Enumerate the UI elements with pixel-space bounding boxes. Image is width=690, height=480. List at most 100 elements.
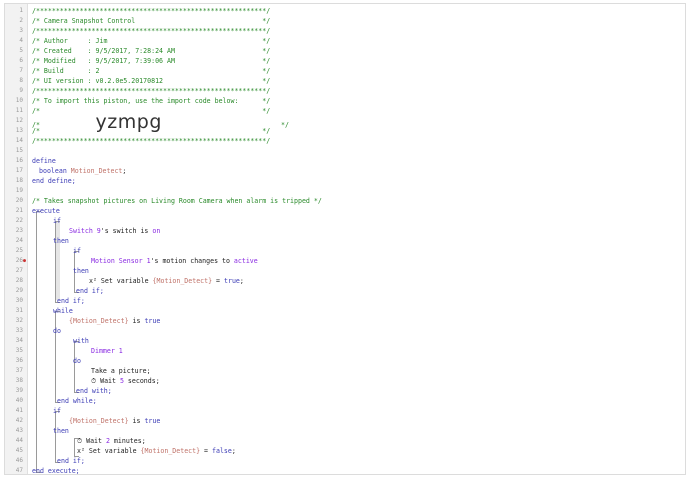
device-name[interactable]: Dimmer 1	[91, 346, 685, 356]
line-number: 22	[15, 217, 23, 224]
code-line: 10 /* To import this piston, use the impo…	[5, 96, 685, 106]
code-line: 45 x² Set variable {Motion_Detect} = fals…	[5, 446, 685, 456]
value-literal: true	[224, 277, 240, 285]
if-keyword[interactable]: if	[73, 246, 685, 256]
set-variable-statement[interactable]: x² Set variable {Motion_Detect} = false;	[77, 446, 685, 456]
code-line: 39 end with;	[5, 386, 685, 396]
comment-text: /* */	[32, 127, 271, 135]
line-number: 17	[15, 167, 23, 174]
wait-statement[interactable]: ⏱ Wait 2 minutes;	[77, 436, 685, 446]
code-line: 5 /* Created : 9/5/2017, 7:28:24 AM */	[5, 46, 685, 56]
line-number: 15	[15, 147, 23, 154]
condition-text: 's motion changes to	[150, 257, 234, 265]
code-line: 22 if	[5, 216, 685, 226]
line-number: 11	[15, 107, 23, 114]
code-lines: 1 /**************************************…	[5, 6, 685, 476]
variable-ref: {Motion_Detect}	[140, 447, 201, 455]
code-line: 17 boolean Motion_Detect;	[5, 166, 685, 176]
code-line: 3 /**************************************…	[5, 26, 685, 36]
line-number: 47	[15, 467, 23, 474]
line-number: 42	[15, 417, 23, 424]
operator-text: =	[200, 447, 212, 455]
end-with-keyword[interactable]: end with;	[76, 386, 685, 396]
code-line: 9 /**************************************…	[5, 86, 685, 96]
line-number: 36	[15, 357, 23, 364]
line-number: 21	[15, 207, 23, 214]
line-number: 7	[19, 67, 23, 74]
line-number: 27	[15, 267, 23, 274]
then-keyword[interactable]: then	[53, 236, 685, 246]
variable-ref: {Motion_Detect}	[152, 277, 213, 285]
then-keyword[interactable]: then	[73, 266, 685, 276]
end-if-keyword[interactable]: end if;	[57, 296, 685, 306]
code-line: 18 end define;	[5, 176, 685, 186]
code-line: 21 execute	[5, 206, 685, 216]
wait-statement[interactable]: ⏱ Wait 5 seconds;	[91, 376, 685, 386]
line-number: 19	[15, 187, 23, 194]
code-line: 20 /* Takes snapshot pictures on Living R…	[5, 196, 685, 206]
value-literal: true	[144, 417, 161, 425]
code-line: 36 do	[5, 356, 685, 366]
code-line: 31 while	[5, 306, 685, 316]
statement-text: x² Set variable	[89, 277, 153, 285]
comment-text: /* Modified : 9/5/2017, 7:39:06 AM */	[32, 57, 271, 65]
variable-declaration[interactable]: boolean Motion_Detect;	[39, 166, 685, 176]
condition-text: is	[128, 317, 145, 325]
code-line: 33 do	[5, 326, 685, 336]
code-line: 41 if	[5, 406, 685, 416]
value-literal: true	[144, 317, 161, 325]
comment-text: /***************************************…	[32, 137, 271, 145]
define-keyword[interactable]: define	[32, 156, 685, 166]
line-number: 1	[19, 7, 23, 14]
if-keyword[interactable]: if	[53, 216, 685, 226]
code-line: 27 then	[5, 266, 685, 276]
statement-text: minutes;	[109, 437, 146, 445]
comment-text: /* Author : Jim */	[32, 37, 271, 45]
line-number: 38	[15, 377, 23, 384]
line-number: 18	[15, 177, 23, 184]
while-condition[interactable]: {Motion_Detect} is true	[69, 316, 685, 326]
variable-ref: {Motion_Detect}	[69, 417, 129, 425]
end-if-keyword[interactable]: end if;	[57, 456, 685, 466]
code-line: 47 end execute;	[5, 466, 685, 476]
breakpoint-icon[interactable]: ●	[23, 256, 26, 266]
comment-text: /***************************************…	[32, 87, 271, 95]
code-line: 40 end while;	[5, 396, 685, 406]
line-number: 9	[19, 87, 23, 94]
if-keyword[interactable]: if	[53, 406, 685, 416]
do-keyword[interactable]: do	[73, 356, 685, 366]
comment-text: /***************************************…	[32, 27, 271, 35]
line-number: 6	[19, 57, 23, 64]
condition-motion[interactable]: Motion Sensor 1's motion changes to acti…	[91, 256, 685, 266]
end-execute-keyword[interactable]: end execute;	[32, 466, 685, 476]
code-line: 19	[5, 186, 685, 196]
take-picture-statement[interactable]: Take a picture;	[91, 366, 685, 376]
code-line: 7 /* Build : 2 */	[5, 66, 685, 76]
if-condition[interactable]: {Motion_Detect} is true	[69, 416, 685, 426]
end-if-keyword[interactable]: end if;	[76, 286, 685, 296]
end-while-keyword[interactable]: end while;	[57, 396, 685, 406]
comment-text: /* UI version : v0.2.0e5.20170812 */	[32, 77, 271, 85]
line-number: 2	[19, 17, 23, 24]
execute-keyword[interactable]: execute	[32, 206, 685, 216]
line-number: 10	[15, 97, 23, 104]
end-define-keyword[interactable]: end define;	[32, 176, 685, 186]
code-line: 30 end if;	[5, 296, 685, 306]
operator-text: =	[212, 277, 224, 285]
set-variable-statement[interactable]: x² Set variable {Motion_Detect} = true;	[89, 276, 685, 286]
then-keyword[interactable]: then	[53, 426, 685, 436]
code-line: 29 end if;	[5, 286, 685, 296]
code-line: 13 /* */	[5, 126, 685, 136]
do-keyword[interactable]: do	[53, 326, 685, 336]
statement-text: seconds;	[123, 377, 160, 385]
while-keyword[interactable]: while	[53, 306, 685, 316]
line-number: 24	[15, 237, 23, 244]
code-line: 4 /* Author : Jim */	[5, 36, 685, 46]
code-line: 43 then	[5, 426, 685, 436]
line-number: 14	[15, 137, 23, 144]
condition-switch[interactable]: Switch 9's switch is on	[69, 226, 685, 236]
line-number: 25	[15, 247, 23, 254]
code-line: 35 Dimmer 1	[5, 346, 685, 356]
with-keyword[interactable]: with	[73, 336, 685, 346]
device-name: Motion Sensor 1	[91, 257, 151, 265]
